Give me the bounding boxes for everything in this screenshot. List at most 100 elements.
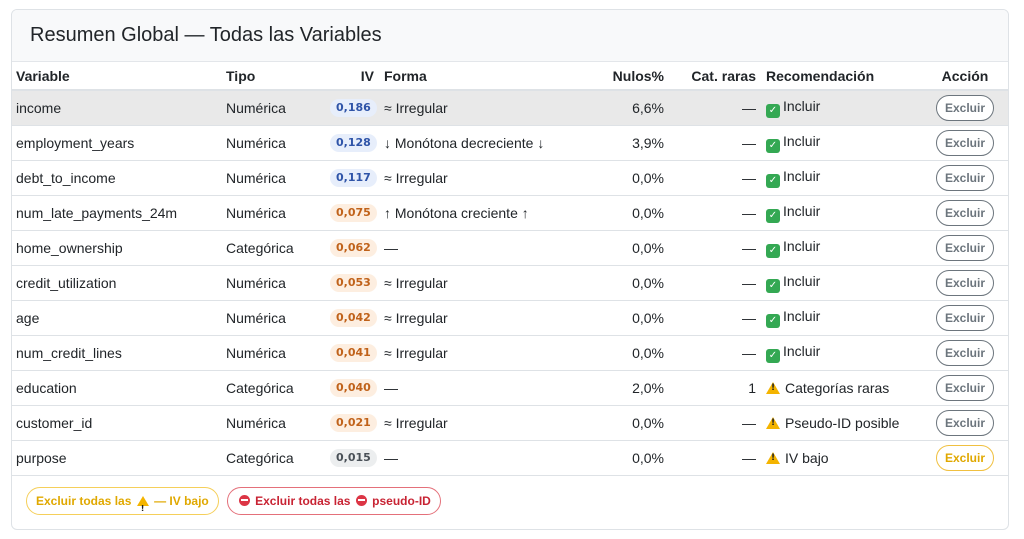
cell-cat-raras: — (668, 90, 760, 126)
table-row: debt_to_income Numérica 0,117 ≈ Irregular 0,… (12, 160, 1008, 196)
cell-accion: Excluir (920, 230, 1008, 266)
cell-variable: employment_years (12, 125, 222, 161)
col-header-tipo[interactable]: Tipo (222, 62, 326, 91)
cell-tipo: Numérica (222, 265, 326, 301)
iv-badge: 0,117 (330, 169, 377, 187)
exclude-pseudo-id-button[interactable]: Excluir todas las pseudo-ID (226, 486, 441, 515)
check-icon: ✓ (766, 313, 780, 328)
exclude-button[interactable]: Excluir (935, 269, 995, 296)
cell-recomendacion: Pseudo-ID posible (760, 405, 920, 441)
cell-iv: 0,062 (326, 230, 378, 266)
table-row: income Numérica 0,186 ≈ Irregular 6,6% — ✓ Incl… (12, 90, 1008, 126)
cell-variable: debt_to_income (12, 160, 222, 196)
table-row: purposeCategórica0,015—0,0%—IV bajoExclu… (12, 440, 1008, 476)
check-icon: ✓ (766, 243, 780, 258)
footer-actions: Excluir todas las — IV bajo Excluir toda… (12, 476, 1008, 522)
table-row: age Numérica 0,042 ≈ Irregular 0,0% — ✓ Incluir… (12, 300, 1008, 336)
cell-recomendacion: ✓ Incluir (760, 125, 920, 161)
cell-nulos: 0,0% (590, 300, 668, 336)
exclude-low-iv-prefix: Excluir todas las (36, 493, 132, 508)
warning-icon (766, 451, 780, 464)
exclude-button[interactable]: Excluir (935, 94, 995, 121)
no-entry-icon (355, 494, 367, 506)
cell-variable: num_late_payments_24m (12, 195, 222, 231)
col-header-nulos[interactable]: Nulos% (590, 62, 668, 91)
cell-accion: Excluir (920, 265, 1008, 301)
cell-nulos: 2,0% (590, 370, 668, 406)
cell-recomendacion: ✓ Incluir (760, 335, 920, 371)
exclude-button[interactable]: Excluir (935, 374, 995, 401)
col-header-recomendacion[interactable]: Recomendación (760, 62, 920, 91)
cell-tipo: Categórica (222, 370, 326, 406)
cell-nulos: 0,0% (590, 230, 668, 266)
recommendation-label: Incluir (783, 342, 821, 359)
cell-nulos: 6,6% (590, 90, 668, 126)
cell-cat-raras: — (668, 265, 760, 301)
exclude-low-iv-button[interactable]: Excluir todas las — IV bajo (26, 486, 219, 522)
recommendation-label: Incluir (783, 167, 821, 184)
cell-variable: age (12, 300, 222, 336)
warning-icon (136, 495, 149, 522)
cell-accion: Excluir (920, 90, 1008, 126)
exclude-button[interactable]: Excluir (935, 129, 995, 156)
check-icon: ✓ (766, 278, 780, 293)
cell-recomendacion: IV bajo (760, 440, 920, 476)
cell-tipo: Numérica (222, 405, 326, 441)
iv-badge: 0,075 (330, 204, 377, 222)
exclude-button[interactable]: Excluir (935, 444, 995, 471)
warning-icon (766, 381, 780, 394)
cell-cat-raras: — (668, 195, 760, 231)
iv-badge: 0,128 (330, 134, 377, 152)
exclude-button[interactable]: Excluir (935, 199, 995, 226)
col-header-variable[interactable]: Variable (12, 62, 222, 91)
cell-cat-raras: — (668, 230, 760, 266)
cell-nulos: 0,0% (590, 265, 668, 301)
recommendation-label: Incluir (783, 307, 821, 324)
col-header-accion[interactable]: Acción (920, 62, 1008, 91)
cell-forma: ≈ Irregular (378, 335, 590, 371)
cell-cat-raras: — (668, 300, 760, 336)
cell-cat-raras: — (668, 335, 760, 371)
exclude-button[interactable]: Excluir (935, 234, 995, 261)
cell-tipo: Numérica (222, 195, 326, 231)
recommendation-label: Pseudo-ID posible (785, 414, 900, 431)
cell-accion: Excluir (920, 125, 1008, 161)
cell-variable: purpose (12, 440, 222, 476)
cell-forma: — (378, 370, 590, 406)
cell-forma: ≈ Irregular (378, 265, 590, 301)
col-header-cat-raras[interactable]: Cat. raras (668, 62, 760, 91)
cell-forma: ↓ Monótona decreciente ↓ (378, 125, 590, 161)
cell-nulos: 0,0% (590, 160, 668, 196)
cell-iv: 0,186 (326, 90, 378, 126)
cell-variable: income (12, 90, 222, 126)
iv-badge: 0,021 (330, 414, 377, 432)
exclude-button[interactable]: Excluir (935, 164, 995, 191)
table-row: home_ownership Categórica 0,062—0,0% — ✓ Incl… (12, 230, 1008, 266)
cell-accion: Excluir (920, 370, 1008, 406)
recommendation-label: Incluir (783, 272, 821, 289)
cell-recomendacion: Categorías raras (760, 370, 920, 406)
iv-badge: 0,040 (330, 379, 377, 397)
cell-forma: — (378, 440, 590, 476)
recommendation-label: Categorías raras (785, 379, 890, 396)
check-icon: ✓ (766, 208, 780, 223)
cell-recomendacion: ✓ Incluir (760, 230, 920, 266)
cell-variable: home_ownership (12, 230, 222, 266)
warning-icon (766, 416, 780, 429)
cell-forma: ≈ Irregular (378, 160, 590, 196)
exclude-button[interactable]: Excluir (935, 304, 995, 331)
no-entry-icon (238, 494, 250, 506)
cell-iv: 0,021 (326, 405, 378, 441)
iv-badge: 0,015 (330, 449, 377, 467)
cell-forma: ≈ Irregular (378, 300, 590, 336)
cell-recomendacion: ✓ Incluir (760, 90, 920, 126)
card-header: Resumen Global — Todas las Variables (12, 10, 1008, 62)
col-header-forma[interactable]: Forma (378, 62, 590, 91)
cell-iv: 0,053 (326, 265, 378, 301)
cell-cat-raras: — (668, 160, 760, 196)
check-icon: ✓ (766, 103, 780, 118)
exclude-button[interactable]: Excluir (935, 339, 995, 366)
variables-table: Variable Tipo IV Forma Nulos% Cat. raras… (12, 62, 1008, 476)
exclude-button[interactable]: Excluir (935, 409, 995, 436)
col-header-iv[interactable]: IV (326, 62, 378, 91)
